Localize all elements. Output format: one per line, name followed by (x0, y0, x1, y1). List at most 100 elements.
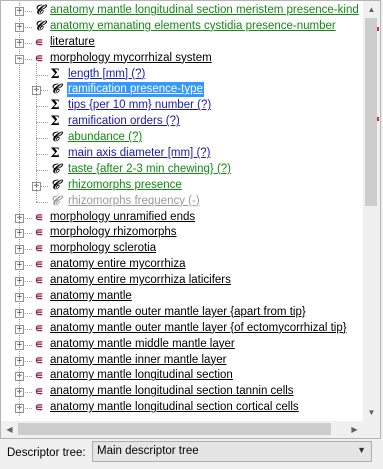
tree-row[interactable]: + ∊ anatomy mantle middle mantle layer (1, 337, 362, 353)
element-icon: ∊ (34, 368, 44, 383)
tree-guide-line (36, 62, 37, 202)
tree-item-label[interactable]: morphology sclerotia (49, 241, 157, 256)
tree-row[interactable]: + ∊ literature (1, 35, 362, 51)
tree-item-label[interactable]: taste {after 2-3 min chewing} (?) (67, 162, 232, 177)
tree-item-label[interactable]: main axis diameter [mm] (?) (67, 146, 212, 161)
tree-connector (36, 169, 48, 171)
class-icon: 𝒞 (50, 130, 60, 146)
scroll-up-button[interactable]: ▲ (363, 1, 380, 18)
element-icon: ∊ (34, 289, 44, 304)
tree-item-label[interactable]: rhizomorphs presence (67, 178, 183, 193)
tree-connector (36, 154, 48, 156)
tree-item-label[interactable]: anatomy mantle outer mantle layer {of ec… (49, 321, 348, 336)
horizontal-scroll-thumb[interactable] (18, 423, 331, 435)
tree-item-label[interactable]: anatomy mantle inner mantle layer (49, 353, 227, 368)
tree-item-label[interactable]: literature (49, 35, 96, 50)
tree-item-label[interactable]: rhizomorphs frequency (-) (67, 194, 201, 209)
tree-row[interactable]: + 𝒞anatomy emanating elements cystidia pr… (1, 19, 362, 35)
tree-item-label[interactable]: anatomy mantle longitudinal section tann… (49, 384, 295, 399)
tree-row[interactable]: 𝒞taste {after 2-3 min chewing} (?) (1, 162, 362, 178)
tree-row[interactable]: + ∊ anatomy mantle outer mantle layer {of … (1, 321, 362, 337)
sum-icon: Σ (50, 114, 60, 130)
tree-item-label[interactable]: anatomy mantle longitudinal section (49, 368, 234, 383)
sum-icon: Σ (50, 146, 60, 162)
element-icon: ∊ (34, 352, 44, 367)
element-icon: ∊ (34, 34, 44, 49)
vertical-scroll-thumb[interactable] (365, 18, 377, 206)
vertical-scrollbar[interactable]: ▲ ▼ (363, 1, 380, 421)
tree-item-label[interactable]: anatomy entire mycorrhiza laticifers (49, 273, 232, 288)
tree-row[interactable]: + ∊ anatomy entire mycorrhiza laticifers (1, 273, 362, 289)
tree-row[interactable]: + ∊ morphology sclerotia (1, 241, 362, 257)
element-icon: ∊ (34, 400, 44, 415)
class-icon: 𝒞 (50, 161, 60, 177)
tree-row[interactable]: + 𝒞rhizomorphs presence (1, 178, 362, 194)
tree-row[interactable]: Σtips {per 10 mm} number (?) (1, 98, 362, 114)
tree-connector (36, 138, 48, 140)
tree-item-label[interactable]: length [mm] (?) (67, 67, 146, 82)
tree-row[interactable]: + ∊ anatomy mantle (1, 289, 362, 305)
tree-item-label[interactable]: ramification orders (?) (67, 114, 181, 129)
tree-row[interactable]: 𝒞rhizomorphs frequency (-) (1, 194, 362, 210)
tree-item-label[interactable]: morphology mycorrhizal system (49, 51, 213, 66)
element-icon: ∊ (34, 241, 44, 256)
class-icon: 𝒞 (50, 177, 60, 193)
tree-guide-line (19, 3, 20, 417)
descriptor-tree-panel: + 𝒞anatomy mantle longitudinal section me… (0, 0, 381, 439)
scroll-marker (377, 117, 379, 121)
tree-item-label[interactable]: anatomy mantle middle mantle layer (49, 337, 236, 352)
class-icon: 𝒞 (50, 82, 60, 98)
tree-row[interactable]: + ∊ anatomy entire mycorrhiza (1, 257, 362, 273)
scrollbar-corner (363, 421, 380, 438)
element-icon: ∊ (34, 209, 44, 224)
tree-row[interactable]: + ∊ anatomy mantle longitudinal section (1, 368, 362, 384)
tree-item-label[interactable]: morphology unramified ends (49, 210, 196, 225)
tree-row[interactable]: − ∊ morphology mycorrhizal system (1, 51, 362, 67)
class-icon: 𝒞 (34, 3, 44, 18)
element-icon: ∊ (34, 225, 44, 240)
tree-item-label[interactable]: morphology rhizomorphs (49, 225, 178, 240)
tree-connector (36, 74, 48, 76)
tree-item-label[interactable]: anatomy mantle (49, 289, 133, 304)
tree-row[interactable]: + 𝒞anatomy mantle longitudinal section me… (1, 3, 362, 19)
tree-row[interactable]: 𝒞abundance (?) (1, 130, 362, 146)
tree-row[interactable]: + ∊ morphology rhizomorphs (1, 225, 362, 241)
element-icon: ∊ (34, 304, 44, 319)
descriptor-tree-select-value: Main descriptor tree (97, 445, 199, 457)
descriptor-tree-select[interactable]: Main descriptor tree ▼ (92, 441, 372, 462)
tree-connector (36, 201, 48, 203)
tree-row[interactable]: + ∊ anatomy mantle inner mantle layer (1, 353, 362, 369)
class-icon: 𝒞 (34, 18, 44, 34)
tree-row[interactable]: + 𝒞ramification presence-type (1, 82, 362, 98)
tree-item-label[interactable]: tips {per 10 mm} number (?) (67, 98, 212, 113)
element-icon: ∊ (34, 273, 44, 288)
scroll-left-button[interactable]: ◀ (1, 421, 18, 438)
tree-row[interactable]: + ∊ anatomy mantle longitudinal section co… (1, 400, 362, 416)
tree-item-label[interactable]: anatomy entire mycorrhiza (49, 257, 187, 272)
element-icon: ∊ (34, 50, 44, 65)
element-icon: ∊ (34, 336, 44, 351)
scroll-marker (377, 27, 379, 31)
tree-item-label[interactable]: ramification presence-type (67, 82, 204, 98)
tree-row[interactable]: Σlength [mm] (?) (1, 67, 362, 83)
tree-row[interactable]: Σramification orders (?) (1, 114, 362, 130)
scroll-right-button[interactable]: ▶ (346, 421, 363, 438)
element-icon: ∊ (34, 384, 44, 399)
tree-item-label[interactable]: anatomy emanating elements cystidia pres… (49, 19, 337, 34)
tree-row[interactable]: + ∊ anatomy mantle outer mantle layer {apa… (1, 305, 362, 321)
class-icon: 𝒞 (50, 193, 60, 209)
tree-item-label[interactable]: anatomy mantle longitudinal section meri… (49, 3, 360, 18)
horizontal-scrollbar[interactable]: ◀ ▶ (1, 421, 363, 438)
chevron-down-icon[interactable]: ▼ (357, 445, 366, 455)
element-icon: ∊ (34, 320, 44, 335)
tree-item-label[interactable]: abundance (?) (67, 130, 143, 145)
tree-item-label[interactable]: anatomy mantle longitudinal section cort… (49, 400, 300, 415)
descriptor-tree[interactable]: + 𝒞anatomy mantle longitudinal section me… (1, 3, 362, 417)
tree-row[interactable]: + ∊ anatomy mantle longitudinal section ta… (1, 384, 362, 400)
scroll-down-button[interactable]: ▼ (363, 404, 380, 421)
tree-connector (36, 106, 48, 108)
descriptor-tree-label: Descriptor tree: (7, 447, 86, 459)
tree-row[interactable]: + ∊ morphology unramified ends (1, 210, 362, 226)
tree-row[interactable]: Σmain axis diameter [mm] (?) (1, 146, 362, 162)
tree-item-label[interactable]: anatomy mantle outer mantle layer {apart… (49, 305, 307, 320)
